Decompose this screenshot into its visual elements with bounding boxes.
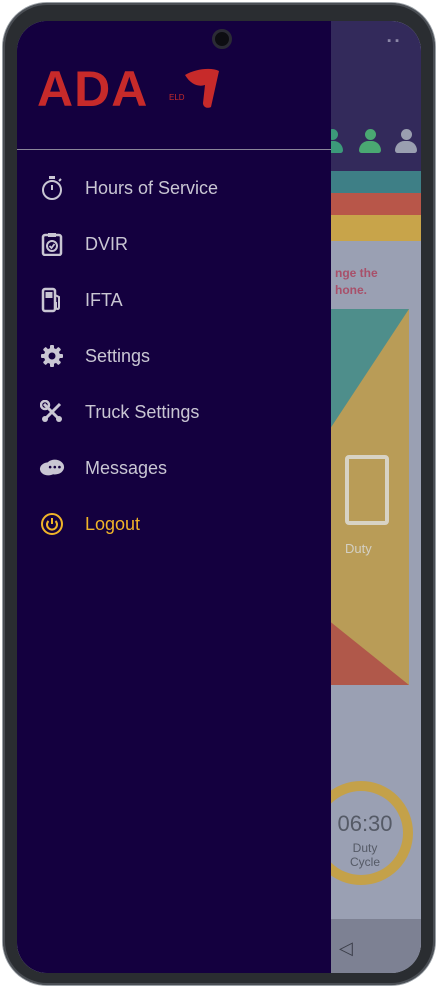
- menu-item-truck-settings[interactable]: Truck Settings: [17, 389, 331, 435]
- gear-icon: [39, 343, 65, 369]
- status-label: Duty: [345, 541, 372, 556]
- stopwatch-icon: [39, 175, 65, 201]
- clipboard-check-icon: [39, 231, 65, 257]
- camera-hole: [212, 29, 232, 49]
- duty-cycle-label: Duty Cycle: [349, 841, 380, 869]
- menu-item-ifta[interactable]: IFTA: [17, 277, 331, 323]
- warning-text: nge the hone.: [335, 266, 378, 297]
- back-triangle-icon[interactable]: ◁: [339, 938, 353, 959]
- menu-label: IFTA: [85, 289, 123, 310]
- menu-label: Messages: [85, 457, 168, 478]
- status-bar-icons: ▪▪: [387, 35, 403, 47]
- drawer-divider: [17, 149, 331, 150]
- menu-label: Logout: [85, 513, 141, 534]
- power-icon: [39, 511, 65, 537]
- ada-eld-logo: ADA ELD: [37, 61, 227, 117]
- hourglass-icon: [345, 455, 389, 525]
- menu-label: Settings: [85, 345, 151, 366]
- chat-bubbles-icon: [39, 455, 65, 481]
- menu-item-settings[interactable]: Settings: [17, 333, 331, 379]
- menu-label: Truck Settings: [85, 401, 200, 422]
- logo-mark-icon: [185, 68, 219, 108]
- codriver-green-icon: [359, 129, 381, 155]
- phone-frame: ▪▪ nge the hone. Duty 06:30 Duty Cycle ◁…: [3, 3, 435, 985]
- fuel-pump-icon: [39, 287, 65, 313]
- menu-item-logout[interactable]: Logout: [17, 501, 331, 547]
- menu-item-hours-of-service[interactable]: Hours of Service: [17, 165, 331, 211]
- duty-cycle-time: 06:30: [337, 811, 393, 836]
- navigation-drawer: ADA ELD Hours of Service DVIR IFTA Setti…: [17, 21, 331, 973]
- menu-label: DVIR: [85, 233, 129, 254]
- menu-item-messages[interactable]: Messages: [17, 445, 331, 491]
- menu-label: Hours of Service: [85, 177, 219, 198]
- tools-icon: [39, 399, 65, 425]
- codriver-gray-icon: [395, 129, 417, 155]
- screen: ▪▪ nge the hone. Duty 06:30 Duty Cycle ◁…: [17, 21, 421, 973]
- menu-item-dvir[interactable]: DVIR: [17, 221, 331, 267]
